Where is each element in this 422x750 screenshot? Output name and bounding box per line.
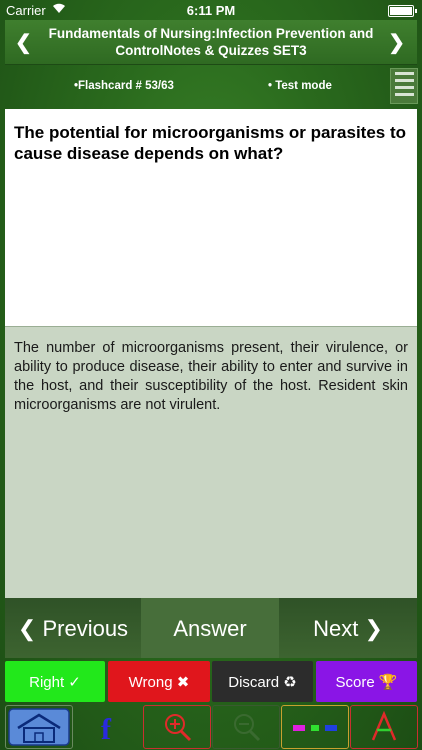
- discard-button[interactable]: Discard ♻: [212, 661, 313, 702]
- answer-button[interactable]: Answer: [141, 598, 279, 658]
- info-bar: •Flashcard # 53/63 • Test mode: [0, 66, 422, 108]
- answer-text: The number of microorganisms present, th…: [14, 340, 408, 413]
- facebook-icon[interactable]: f: [74, 705, 142, 749]
- mode-label: • Test mode: [268, 80, 332, 92]
- status-time: 6:11 PM: [186, 3, 236, 18]
- page-title: Fundamentals of Nursing:Infection Preven…: [48, 26, 374, 58]
- bottom-toolbar: f: [5, 705, 418, 750]
- answer-card: The number of microorganisms present, th…: [5, 326, 417, 598]
- flashcard-counter: •Flashcard # 53/63: [74, 80, 174, 92]
- previous-set-button[interactable]: ❮: [15, 30, 32, 55]
- next-set-button[interactable]: ❯: [388, 30, 405, 55]
- battery-icon: [388, 5, 417, 17]
- font-icon[interactable]: [350, 705, 418, 749]
- navigation-bar: ❮ Previous Answer Next ❯: [5, 598, 417, 658]
- zoom-in-icon[interactable]: [143, 705, 211, 749]
- question-text: The potential for microorganisms or para…: [14, 123, 407, 163]
- next-button[interactable]: Next ❯: [279, 598, 417, 658]
- wrong-button[interactable]: Wrong ✖: [108, 661, 210, 702]
- menu-list-icon[interactable]: [390, 68, 418, 104]
- question-card: The potential for microorganisms or para…: [5, 109, 417, 326]
- svg-text:f: f: [101, 713, 112, 746]
- action-bar: Right ✓ Wrong ✖ Discard ♻ Score 🏆: [5, 661, 417, 704]
- right-button[interactable]: Right ✓: [5, 661, 105, 702]
- zoom-out-icon[interactable]: [212, 705, 280, 749]
- score-button[interactable]: Score 🏆: [316, 661, 417, 702]
- previous-button[interactable]: ❮ Previous: [5, 598, 141, 658]
- color-palette-icon[interactable]: [281, 705, 349, 749]
- home-icon[interactable]: [5, 705, 73, 749]
- status-bar: Carrier 6:11 PM: [0, 0, 422, 20]
- title-bar: ❮ Fundamentals of Nursing:Infection Prev…: [5, 20, 417, 65]
